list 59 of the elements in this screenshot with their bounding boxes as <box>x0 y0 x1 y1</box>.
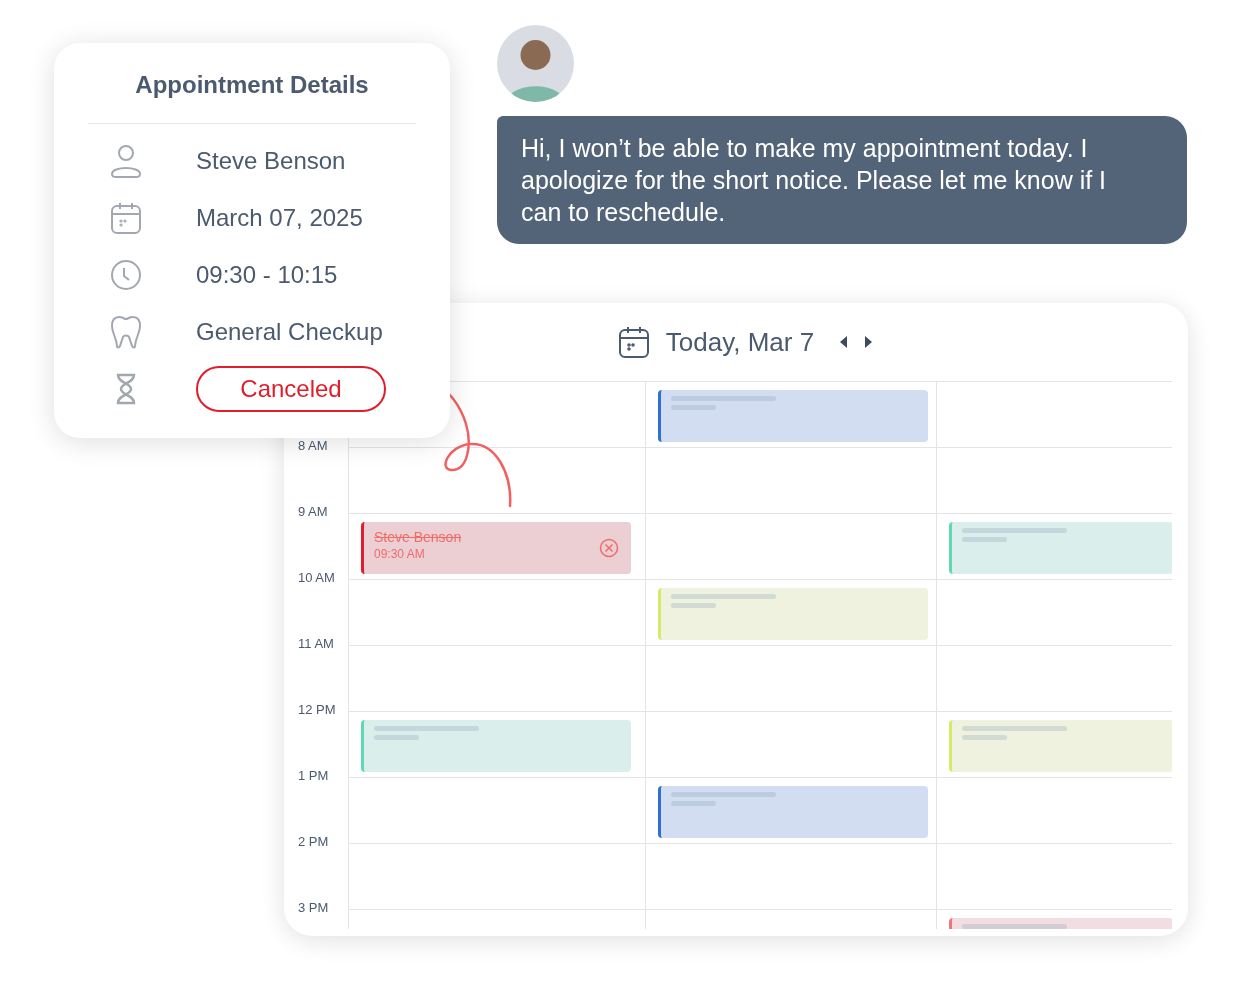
calendar-date-title: Today, Mar 7 <box>665 325 815 359</box>
calendar-cell[interactable] <box>645 843 936 909</box>
hour-label: 8 AM <box>298 439 328 453</box>
calendar-cell[interactable] <box>348 909 645 929</box>
hour-label: 2 PM <box>298 835 329 849</box>
calendar-cell[interactable] <box>645 909 936 929</box>
calendar-cell[interactable] <box>348 579 645 645</box>
hour-label: 9 AM <box>298 505 328 519</box>
calendar-cell[interactable] <box>348 447 645 513</box>
detail-value: 09:30 - 10:15 <box>196 260 338 290</box>
calendar-cell[interactable] <box>348 843 645 909</box>
calendar-cell[interactable] <box>645 579 936 645</box>
status-pill: Canceled <box>196 366 386 412</box>
calendar-cell[interactable] <box>936 711 1172 777</box>
calendar-cell[interactable] <box>936 381 1172 447</box>
person-icon <box>110 144 142 178</box>
caret-left-icon <box>840 336 849 348</box>
event-block[interactable] <box>949 522 1172 574</box>
detail-value: General Checkup <box>196 317 383 347</box>
calendar-cell[interactable] <box>936 447 1172 513</box>
calendar-cell[interactable] <box>348 645 645 711</box>
hour-label: 11 AM <box>298 637 334 651</box>
calendar-cell[interactable] <box>936 579 1172 645</box>
event-time: 09:30 AM <box>374 546 425 562</box>
calendar-cell[interactable] <box>645 447 936 513</box>
calendar-cell[interactable] <box>645 381 936 447</box>
event-block[interactable] <box>658 786 928 838</box>
message-bubble: Hi, I won’t be able to make my appointment today. I apologize for the short notice. Please let me know if I can to reschedule. <box>497 116 1187 244</box>
detail-value: March 07, 2025 <box>196 203 363 233</box>
calendar-cell[interactable] <box>645 777 936 843</box>
caret-right-icon <box>864 336 873 348</box>
calendar-cell[interactable] <box>348 777 645 843</box>
cancel-icon <box>599 538 619 558</box>
tooth-icon <box>110 315 142 349</box>
appointment-event[interactable]: Steve Benson 09:30 AM <box>361 522 631 574</box>
calendar-cell[interactable] <box>936 843 1172 909</box>
calendar-cell[interactable] <box>936 909 1172 929</box>
hour-label: 1 PM <box>298 769 329 783</box>
event-block[interactable] <box>361 720 631 772</box>
calendar-cell[interactable] <box>645 645 936 711</box>
event-block[interactable] <box>949 918 1172 929</box>
hour-label: 12 PM <box>298 703 336 717</box>
calendar-cell[interactable] <box>936 645 1172 711</box>
calendar-cell[interactable]: Steve Benson 09:30 AM <box>348 513 645 579</box>
hour-label: 10 AM <box>298 571 335 585</box>
calendar-cell[interactable] <box>645 513 936 579</box>
event-name: Steve Benson <box>374 528 462 546</box>
detail-value: Steve Benson <box>196 146 346 176</box>
clock-icon <box>110 259 142 291</box>
calendar-cell[interactable] <box>348 711 645 777</box>
calendar-cell[interactable] <box>645 711 936 777</box>
calendar-icon <box>617 325 650 359</box>
calendar-cell[interactable] <box>936 777 1172 843</box>
calendar-icon <box>110 201 142 235</box>
event-block[interactable] <box>658 390 928 442</box>
calendar-cell[interactable] <box>936 513 1172 579</box>
hour-label: 3 PM <box>298 901 329 915</box>
card-title: Appointment Details <box>134 70 370 100</box>
hourglass-icon <box>114 373 138 405</box>
